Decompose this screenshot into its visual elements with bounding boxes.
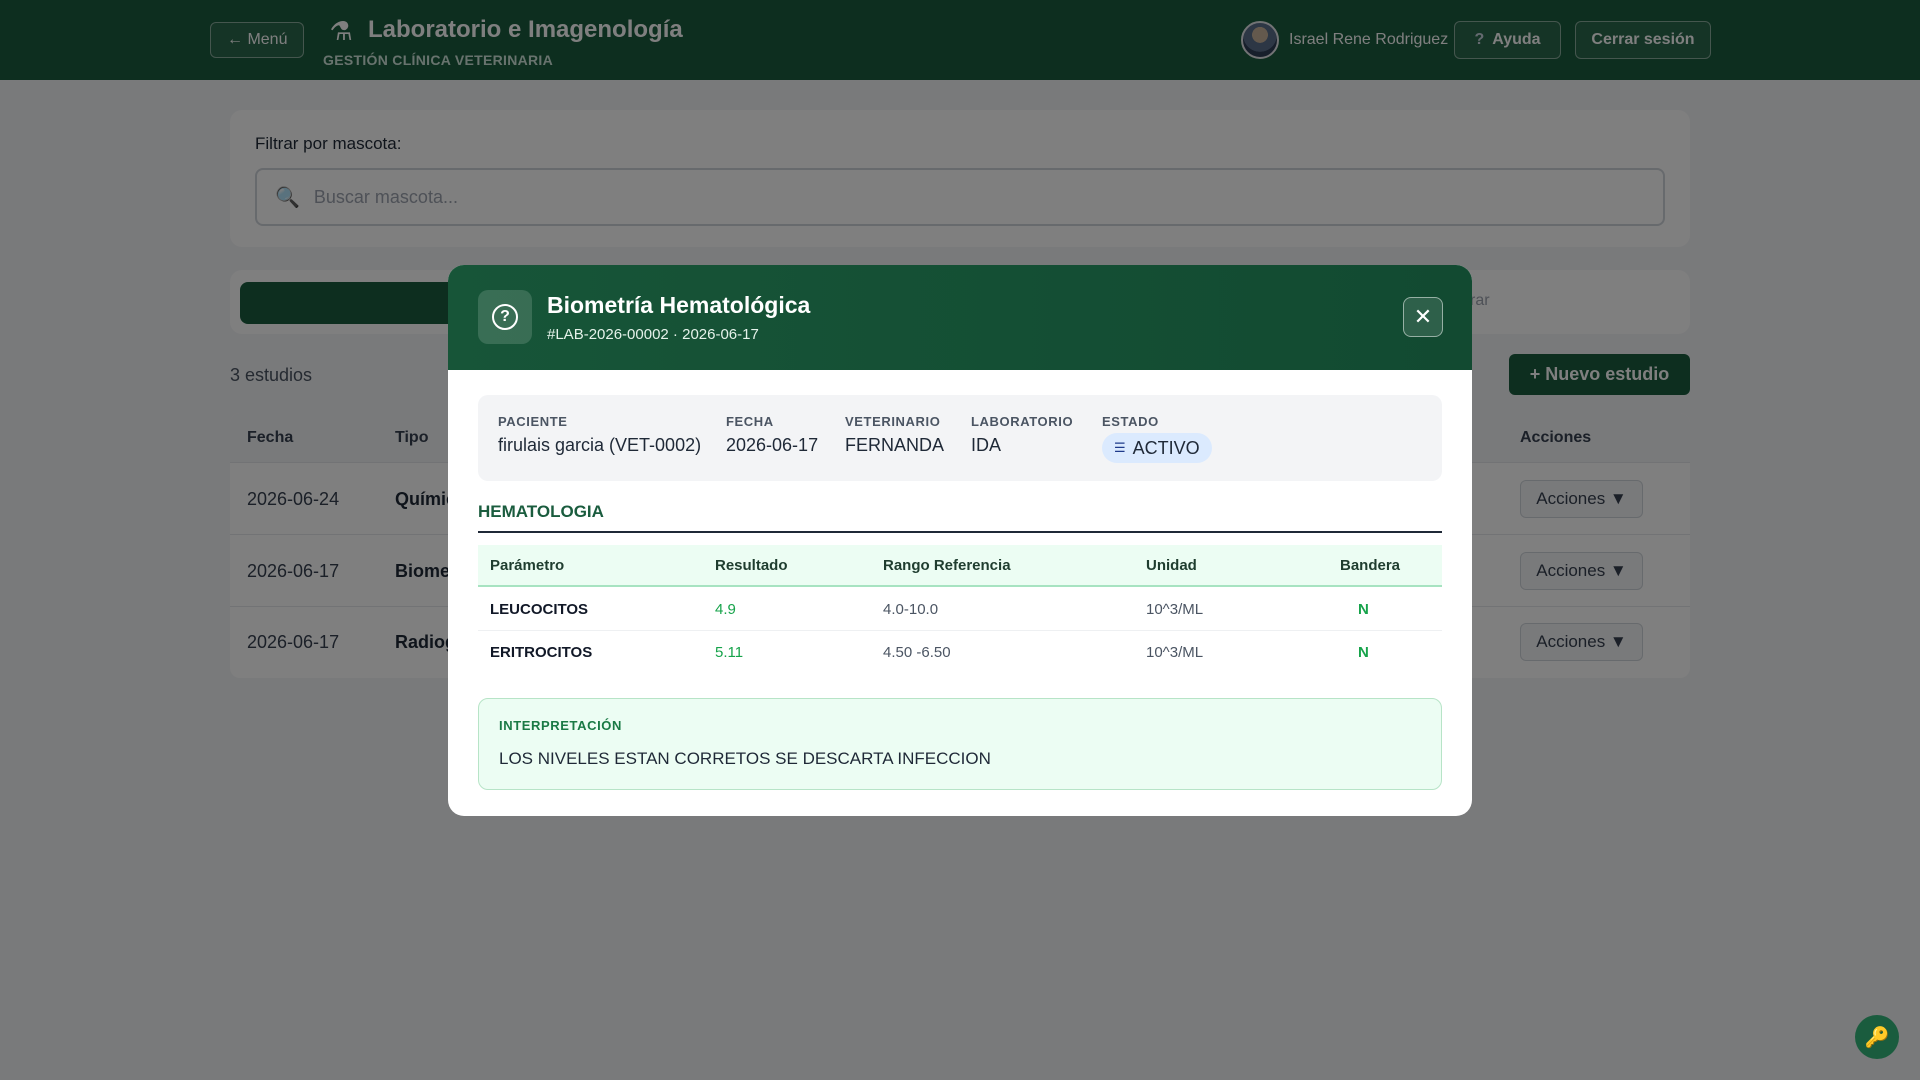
result-value: 5.11 [715,644,744,661]
info-value: FERNANDA [845,435,945,455]
result-range: 4.50 -6.50 [883,644,951,661]
help-circle-icon: ? [478,290,532,344]
interpretation-text: LOS NIVELES ESTAN CORRETOS SE DESCARTA I… [499,749,991,768]
column-range: Rango Referencia [883,557,1011,574]
info-lab: LABORATORIO IDA [971,414,1073,456]
info-vet: VETERINARIO FERNANDA [845,414,944,456]
result-param: ERITROCITOS [490,644,593,661]
info-patient: PACIENTE firulais garcia (VET-0002) [498,414,701,456]
interpretation-label: INTERPRETACIÓN [499,718,622,733]
study-info: PACIENTE firulais garcia (VET-0002) FECH… [478,395,1442,481]
results-header: Parámetro Resultado Rango Referencia Uni… [478,545,1442,587]
info-value: firulais garcia (VET-0002) [498,435,702,455]
result-flag: N [1358,644,1369,661]
result-range: 4.0-10.0 [883,601,939,618]
info-value: 2026-06-17 [726,435,819,455]
section-title: HEMATOLOGIA [478,502,604,521]
modal-subtitle: #LAB-2026-00002 · 2026-06-17 [547,326,759,343]
info-date: FECHA 2026-06-17 [726,414,818,456]
result-flag: N [1358,601,1369,618]
info-label: LABORATORIO [971,414,1074,429]
study-detail-modal: ? Biometría Hematológica #LAB-2026-00002… [448,265,1472,816]
interpretation-box: INTERPRETACIÓN LOS NIVELES ESTAN CORRETO… [478,698,1442,790]
modal-header: ? Biometría Hematológica #LAB-2026-00002… [448,265,1472,370]
info-label: VETERINARIO [845,414,941,429]
column-param: Parámetro [490,557,565,574]
status-badge: ☰ ACTIVO [1102,433,1212,463]
result-row: ERITROCITOS 5.11 4.50 -6.50 10^3/ML N [478,631,1442,674]
column-flag: Bandera [1340,557,1401,574]
status-text: ACTIVO [1132,437,1200,458]
info-label: PACIENTE [498,414,568,429]
info-status: ESTADO ☰ ACTIVO [1102,414,1212,463]
column-result: Resultado [715,557,788,574]
info-label: FECHA [726,414,774,429]
section-divider [478,531,1442,533]
close-icon: ✕ [1413,304,1433,329]
result-value: 4.9 [715,601,736,618]
close-button[interactable]: ✕ [1403,297,1443,337]
modal-title: Biometría Hematológica [547,292,811,318]
column-unit: Unidad [1146,557,1197,574]
result-unit: 10^3/ML [1146,644,1204,661]
result-unit: 10^3/ML [1146,601,1204,618]
key-icon[interactable]: 🔑 [1855,1015,1899,1059]
info-label: ESTADO [1102,414,1159,429]
result-row: LEUCOCITOS 4.9 4.0-10.0 10^3/ML N [478,588,1442,631]
info-value: IDA [971,435,1002,455]
list-icon: ☰ [1114,440,1126,455]
result-param: LEUCOCITOS [490,601,589,618]
